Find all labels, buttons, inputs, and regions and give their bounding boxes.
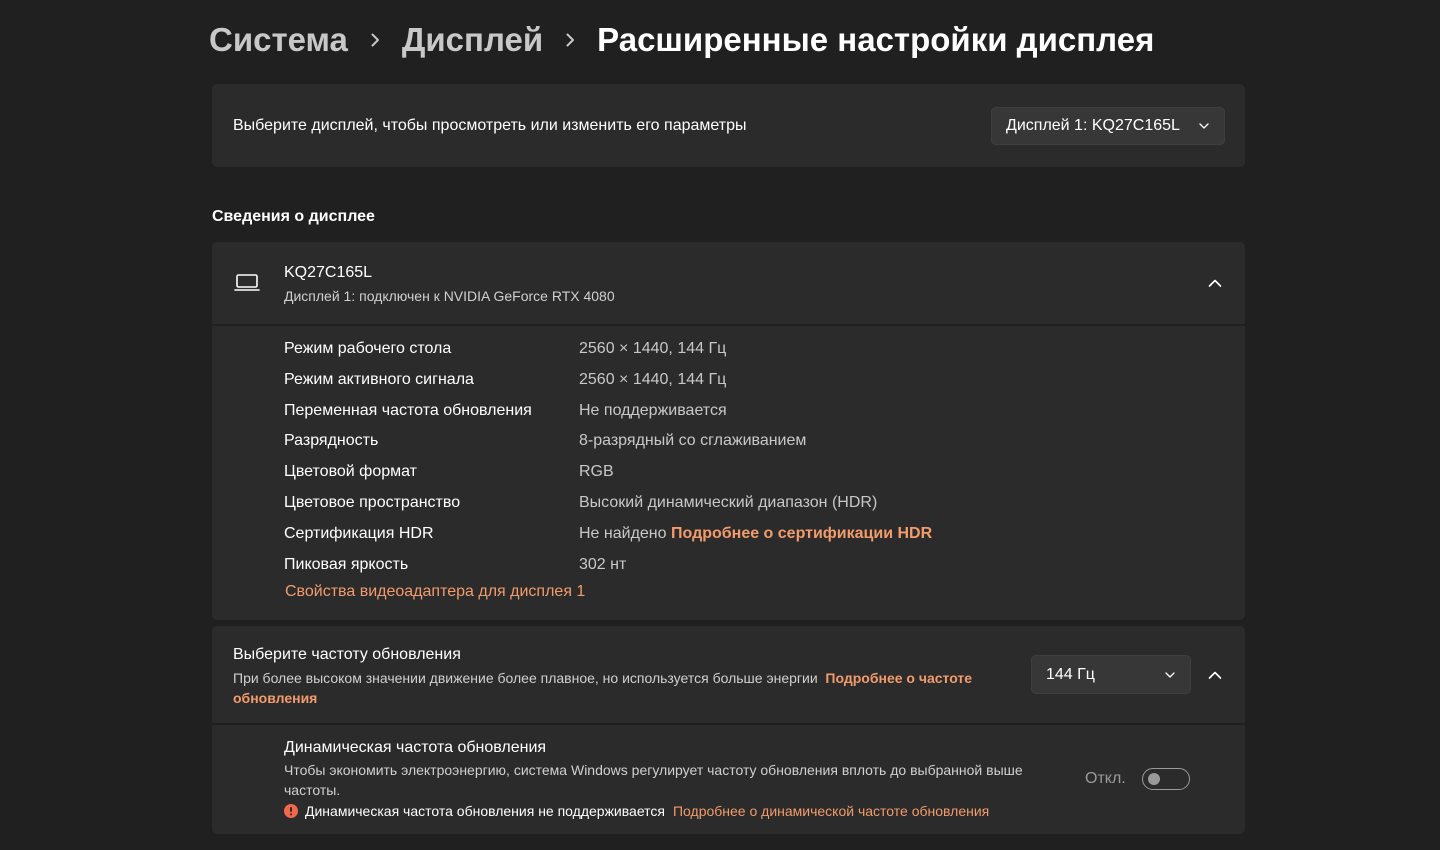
refresh-rate-dropdown-value: 144 Гц [1046,665,1095,683]
dynamic-refresh-warning: Динамическая частота обновления не подде… [284,803,989,819]
info-key: Разрядность [284,432,379,449]
info-value-with-link: Не найдено Подробнее о сертификации HDR [579,519,932,549]
breadcrumb-item-display[interactable]: Дисплей [402,21,543,59]
info-value: Не поддерживается [579,402,727,419]
info-value: RGB [579,463,614,480]
info-key: Переменная частота обновления [284,402,532,419]
dynamic-refresh-learn-more-link[interactable]: Подробнее о динамической частоте обновле… [673,803,989,819]
toggle-knob [1148,773,1160,785]
display-connection: Дисплей 1: подключен к NVIDIA GeForce RT… [284,288,615,304]
advanced-display-settings-page: Система Дисплей Расширенные настройки ди… [0,0,1440,850]
chevron-right-icon [543,33,597,47]
info-value: 2560 × 1440, 144 Гц [579,371,727,388]
breadcrumb-item-system[interactable]: Система [209,21,348,59]
refresh-rate-description-text: При более высоком значении движение боле… [233,670,818,686]
refresh-rate-dropdown[interactable]: 144 Гц [1031,655,1191,694]
info-key: Режим рабочего стола [284,340,452,357]
breadcrumb: Система Дисплей Расширенные настройки ди… [209,16,1154,64]
info-value: Не найдено [579,525,667,542]
info-value: 302 нт [579,556,627,573]
info-value: Высокий динамический диапазон (HDR) [579,494,878,511]
chevron-down-icon [1165,671,1175,678]
chevron-up-icon[interactable] [1208,276,1222,290]
dynamic-refresh-toggle[interactable] [1142,768,1190,790]
info-key: Цветовой формат [284,463,418,480]
section-title-display-info: Сведения о дисплее [212,208,375,225]
info-value: 2560 × 1440, 144 Гц [579,340,727,357]
display-select-card: Выберите дисплей, чтобы просмотреть или … [212,84,1245,167]
dynamic-refresh-toggle-label: Откл. [1085,770,1126,787]
info-key: Режим активного сигнала [284,371,474,388]
refresh-rate-title: Выберите частоту обновления [233,646,461,663]
dynamic-refresh-card: Динамическая частота обновления Чтобы эк… [212,725,1245,834]
page-title: Расширенные настройки дисплея [597,21,1155,58]
display-select-label: Выберите дисплей, чтобы просмотреть или … [233,117,747,134]
dynamic-refresh-title: Динамическая частота обновления [284,739,547,756]
info-key: Цветовое пространство [284,494,461,511]
chevron-right-icon [348,33,402,47]
chevron-down-icon [1199,123,1209,129]
display-info-details: Режим рабочего стола 2560 × 1440, 144 Гц… [212,326,1245,620]
info-value: 8-разрядный со сглаживанием [579,432,807,449]
display-info-header[interactable]: KQ27C165L Дисплей 1: подключен к NVIDIA … [212,242,1245,324]
refresh-rate-description: При более высоком значении движение боле… [233,668,1023,708]
display-dropdown-value: Дисплей 1: KQ27C165L [1006,117,1180,134]
adapter-properties-link[interactable]: Свойства видеоадаптера для дисплея 1 [285,583,585,601]
refresh-rate-card: Выберите частоту обновления При более вы… [212,626,1245,723]
chevron-up-icon[interactable] [1208,668,1222,682]
hdr-certification-link[interactable]: Подробнее о сертификации HDR [671,525,932,542]
warning-icon [284,804,298,818]
laptop-icon [234,274,260,291]
info-key: Пиковая яркость [284,556,409,573]
display-dropdown[interactable]: Дисплей 1: KQ27C165L [991,107,1225,145]
display-name: KQ27C165L [284,264,373,281]
dynamic-refresh-description: Чтобы экономить электроэнергию, система … [284,762,1023,798]
info-key: Сертификация HDR [284,525,434,542]
dynamic-refresh-warning-text: Динамическая частота обновления не подде… [305,803,665,819]
